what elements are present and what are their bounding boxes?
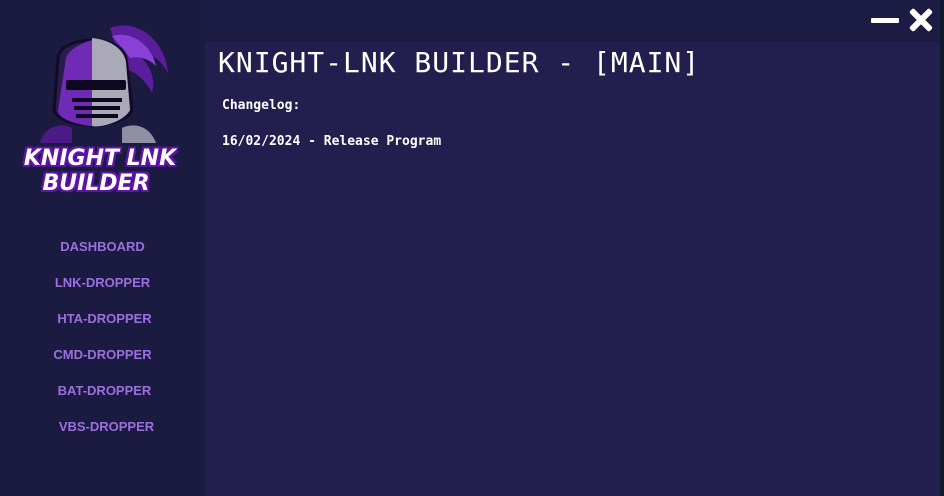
app-window: KNIGHT LNK BUILDER DASHBOARD LNK-DROPPER… [0,0,940,496]
app-logo: KNIGHT LNK BUILDER [0,18,205,198]
changelog-entry: 16/02/2024 - Release Program [222,134,442,149]
knight-helmet-icon [40,25,168,143]
minimize-button[interactable] [870,6,900,34]
sidebar: KNIGHT LNK BUILDER DASHBOARD LNK-DROPPER… [0,0,205,496]
changelog-heading: Changelog: [222,98,301,113]
close-button[interactable] [906,6,936,34]
window-controls [870,6,936,34]
sidebar-nav: DASHBOARD LNK-DROPPER HTA-DROPPER CMD-DR… [0,230,205,446]
sidebar-item-lnk-dropper[interactable]: LNK-DROPPER [0,266,205,302]
title-bar[interactable] [205,0,940,42]
desktop-background [940,0,944,496]
sidebar-item-dashboard[interactable]: DASHBOARD [0,230,205,266]
sidebar-item-cmd-dropper[interactable]: CMD-DROPPER [0,338,205,374]
logo-title-line1: KNIGHT LNK [23,146,177,171]
logo-title-line2: BUILDER [42,171,150,196]
sidebar-item-hta-dropper[interactable]: HTA-DROPPER [0,302,205,338]
sidebar-item-vbs-dropper[interactable]: VBS-DROPPER [0,410,205,446]
page-title: KNIGHT-LNK BUILDER - [MAIN] [218,46,701,79]
minimize-icon [871,18,899,23]
sidebar-item-bat-dropper[interactable]: BAT-DROPPER [0,374,205,410]
